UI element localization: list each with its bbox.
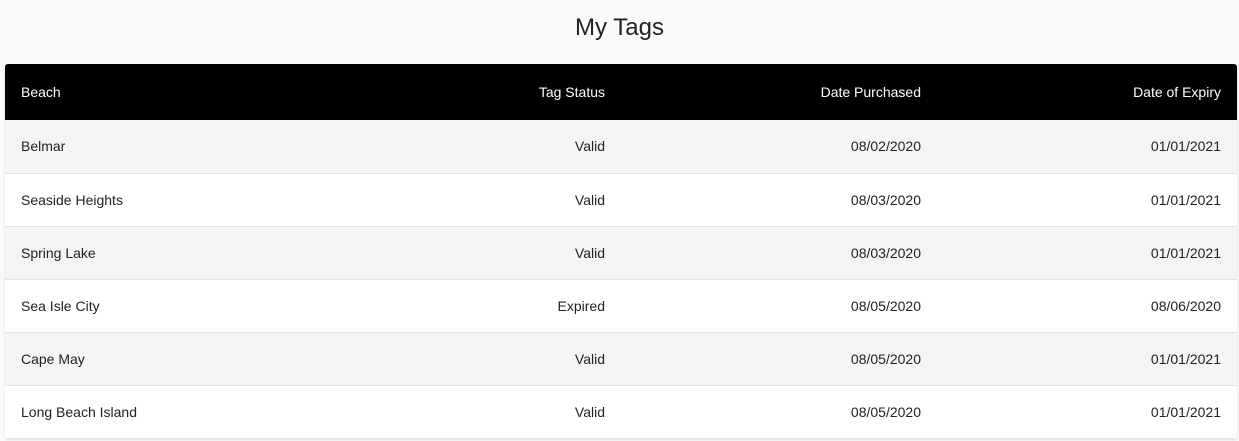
column-header-date-of-expiry[interactable]: Date of Expiry — [937, 64, 1237, 120]
cell-date-purchased: 08/03/2020 — [850, 191, 921, 208]
table-row[interactable]: Spring Lake Valid 08/03/2020 01/01/2021 — [5, 226, 1237, 279]
cell-tag-status: Valid — [574, 191, 605, 208]
header-row: Beach Tag Status Date Purchased Date of … — [5, 64, 1237, 120]
table-row[interactable]: Seaside Heights Valid 08/03/2020 01/01/2… — [5, 173, 1237, 226]
table-row[interactable]: Sea Isle City Expired 08/05/2020 08/06/2… — [5, 279, 1237, 332]
cell-beach: Spring Lake — [21, 244, 96, 261]
cell-date-of-expiry: 01/01/2021 — [1150, 403, 1221, 420]
cell-beach: Seaside Heights — [21, 191, 123, 208]
cell-beach: Belmar — [21, 138, 66, 155]
table-row[interactable]: Cape May Valid 08/05/2020 01/01/2021 — [5, 332, 1237, 385]
table-row[interactable]: Long Beach Island Valid 08/05/2020 01/01… — [5, 385, 1237, 438]
cell-date-purchased: 08/02/2020 — [850, 138, 921, 155]
cell-date-purchased: 08/05/2020 — [850, 403, 921, 420]
cell-beach: Cape May — [21, 350, 85, 367]
cell-date-of-expiry: 01/01/2021 — [1150, 350, 1221, 367]
tags-page: My Tags Beach Tag Status Date Purchased … — [0, 0, 1239, 441]
tags-table: Beach Tag Status Date Purchased Date of … — [5, 64, 1237, 439]
table-header: Beach Tag Status Date Purchased Date of … — [5, 64, 1237, 120]
cell-beach: Long Beach Island — [21, 403, 137, 420]
cell-date-purchased: 08/03/2020 — [850, 244, 921, 261]
cell-date-purchased: 08/05/2020 — [850, 350, 921, 367]
cell-tag-status: Valid — [574, 350, 605, 367]
page-title: My Tags — [575, 14, 664, 41]
table-row[interactable]: Belmar Valid 08/02/2020 01/01/2021 — [5, 120, 1237, 173]
column-header-date-purchased[interactable]: Date Purchased — [621, 64, 937, 120]
cell-beach: Sea Isle City — [21, 297, 100, 314]
cell-date-purchased: 08/05/2020 — [850, 297, 921, 314]
cell-tag-status: Expired — [557, 297, 605, 314]
cell-tag-status: Valid — [574, 244, 605, 261]
cell-tag-status: Valid — [574, 403, 605, 420]
cell-date-of-expiry: 08/06/2020 — [1150, 297, 1221, 314]
column-header-beach[interactable]: Beach — [5, 64, 305, 120]
cell-date-of-expiry: 01/01/2021 — [1150, 244, 1221, 261]
cell-date-of-expiry: 01/01/2021 — [1150, 191, 1221, 208]
cell-date-of-expiry: 01/01/2021 — [1150, 138, 1221, 155]
cell-tag-status: Valid — [574, 138, 605, 155]
table-body: Belmar Valid 08/02/2020 01/01/2021 Seasi… — [5, 120, 1237, 438]
column-header-tag-status[interactable]: Tag Status — [305, 64, 621, 120]
tags-table-container: Beach Tag Status Date Purchased Date of … — [5, 64, 1237, 439]
